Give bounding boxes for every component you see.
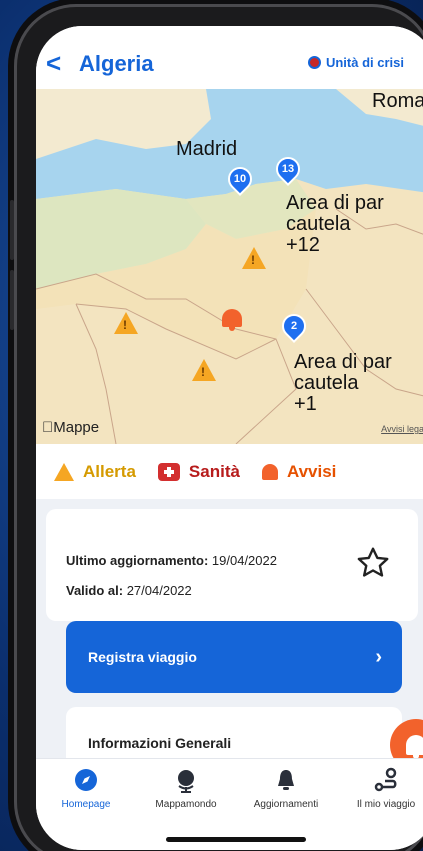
warning-marker-icon[interactable] (242, 247, 266, 269)
globe-icon (178, 770, 194, 793)
compass-icon (75, 769, 97, 791)
update-info-card: Ultimo aggiornamento: 19/04/2022 Valido … (46, 509, 418, 621)
map-area-label: Area di par (294, 351, 392, 373)
chevron-right-icon: › (375, 645, 382, 668)
legend-health[interactable]: Sanità (157, 461, 240, 482)
legend-notices[interactable]: Avvisi (261, 461, 337, 482)
warning-icon (54, 462, 74, 481)
app-screen: < Algeria Unità di crisi Madrid Roma 10 … (36, 26, 423, 850)
maps-attribution: Mappe (42, 419, 99, 436)
back-button[interactable]: < (46, 50, 61, 76)
header: < Algeria Unità di crisi (36, 26, 423, 90)
last-update-label: Ultimo aggiornamento: (66, 553, 209, 568)
map-view[interactable]: Madrid Roma 10 13 2 Area di par cautela … (36, 89, 423, 444)
legend-bar: Allerta Sanità Avvisi (36, 444, 423, 499)
map-area-label: cautela (294, 372, 359, 394)
pin-count: 10 (233, 173, 247, 185)
maps-attribution-label: Mappe (42, 419, 99, 436)
map-label-roma: Roma (372, 90, 423, 112)
warning-marker-icon[interactable] (114, 312, 138, 334)
map-area-label: +1 (294, 393, 317, 415)
map-label-madrid: Madrid (176, 138, 238, 160)
valid-until-label: Valido al: (66, 583, 124, 598)
favorite-star-icon[interactable] (354, 545, 392, 581)
tab-label: Homepage (61, 799, 111, 810)
pin-count: 13 (281, 163, 295, 175)
phone-side-button (10, 270, 14, 330)
legal-link[interactable]: Avvisi legali (381, 424, 423, 434)
legend-alert[interactable]: Allerta (54, 462, 136, 482)
crisis-unit-label: Unità di crisi (325, 55, 404, 70)
register-trip-button[interactable]: Registra viaggio › (66, 621, 402, 693)
last-update-value: 19/04/2022 (211, 553, 277, 568)
bell-icon (406, 735, 423, 759)
tab-label: Mappamondo (155, 799, 217, 810)
tab-il-mio-viaggio[interactable]: Il mio viaggio (341, 767, 423, 850)
last-update-line: Ultimo aggiornamento: 19/04/2022 (66, 553, 277, 568)
tab-label: Aggiornamenti (253, 799, 319, 810)
legend-notices-label: Avvisi (286, 461, 337, 481)
map-area-label: +12 (286, 234, 320, 256)
bell-icon (261, 463, 278, 480)
legend-health-label: Sanità (188, 461, 240, 481)
route-icon (374, 767, 397, 792)
valid-until-line: Valido al: 27/04/2022 (66, 583, 192, 598)
tab-homepage[interactable]: Homepage (41, 767, 131, 850)
general-info-label: Informazioni Generali (88, 735, 232, 751)
crisis-icon (307, 56, 321, 69)
pin-count: 2 (290, 320, 298, 332)
register-trip-label: Registra viaggio (88, 649, 197, 665)
health-kit-icon (157, 462, 180, 481)
phone-side-button (10, 200, 14, 260)
legend-alert-label: Allerta (83, 461, 136, 481)
bell-icon (278, 770, 294, 790)
notice-marker-icon[interactable] (222, 309, 242, 331)
content-area: Ultimo aggiornamento: 19/04/2022 Valido … (36, 499, 423, 789)
page-title: Algeria (79, 51, 154, 76)
map-area-label: cautela (286, 213, 351, 235)
crisis-unit-link[interactable]: Unità di crisi (307, 55, 404, 70)
valid-until-value: 27/04/2022 (126, 583, 192, 598)
warning-marker-icon[interactable] (192, 359, 216, 381)
home-indicator (166, 837, 306, 842)
map-area-label: Area di par (286, 192, 384, 214)
tab-label: Il mio viaggio (356, 799, 416, 810)
